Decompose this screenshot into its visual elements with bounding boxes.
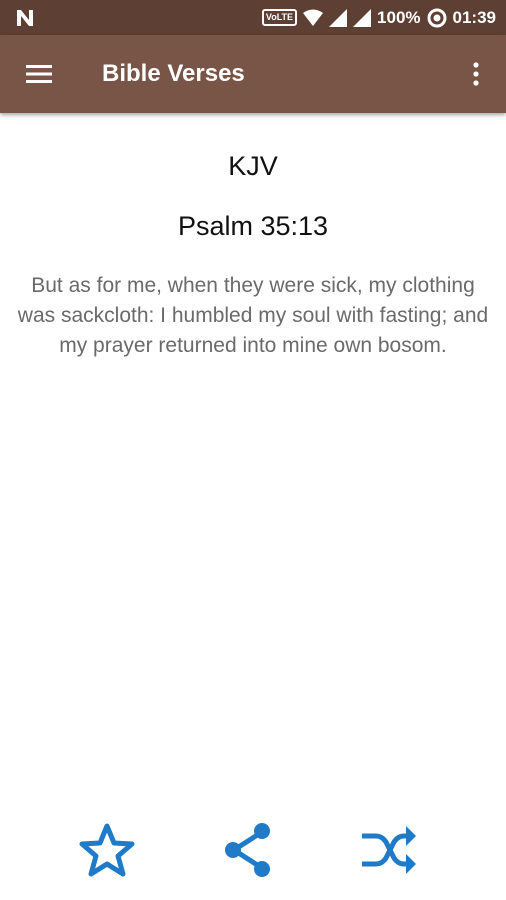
notification-n-icon [17, 10, 33, 26]
wifi-icon [303, 9, 324, 26]
verse-reference: Psalm 35:13 [177, 211, 329, 241]
app-bar: Bible Verses [0, 35, 506, 113]
more-vert-icon[interactable] [464, 57, 488, 91]
star-outline-icon [79, 823, 135, 877]
battery-percentage: 100% [377, 7, 421, 27]
shuffle-button[interactable] [356, 818, 420, 882]
favorite-button[interactable] [75, 818, 139, 882]
bible-version: KJV [228, 151, 278, 181]
clock: 01:39 [452, 7, 496, 27]
volte-badge: VoLTE [261, 9, 298, 26]
shuffle-icon [362, 826, 416, 874]
verse-content: KJV Psalm 35:13 But as for me, when they… [0, 113, 506, 361]
signal-icon [329, 8, 348, 27]
status-bar: VoLTE 100% 01:39 [0, 0, 506, 35]
app-title: Bible Verses [102, 60, 245, 87]
sync-status-icon [427, 8, 447, 27]
share-button[interactable] [216, 818, 280, 882]
bottom-action-bar [0, 818, 506, 882]
share-icon [225, 823, 270, 877]
status-indicators: VoLTE 100% 01:39 [261, 0, 496, 35]
hamburger-menu-icon[interactable] [22, 59, 56, 89]
signal-icon-2 [353, 8, 372, 27]
verse-text: But as for me, when they were sick, my c… [17, 274, 489, 357]
